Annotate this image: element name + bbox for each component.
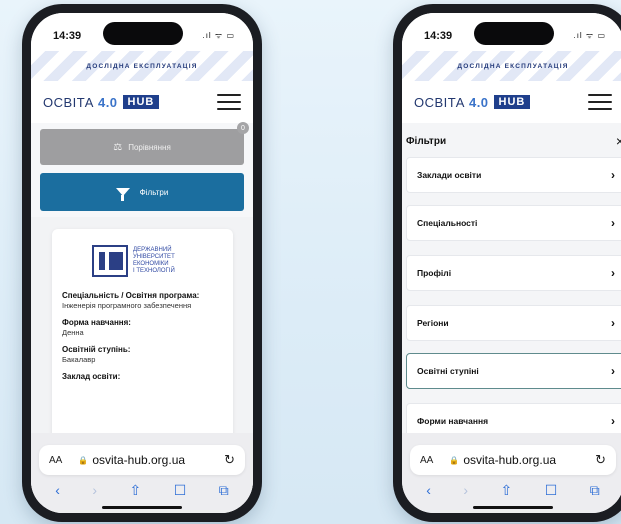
phone-right: 14:39 .ıl ᯤ ▭ ДОСЛІДНА ЕКСПЛУАТАЦІЯ ОСВІ…: [393, 4, 621, 522]
uni-line-3: ЕКОНОМІКИ: [133, 261, 169, 267]
university-mark-icon: [92, 245, 128, 277]
uni-line-2: УНІВЕРСИТЕТ: [133, 254, 175, 260]
status-time: 14:39: [53, 30, 82, 42]
filter-option-label: Форми навчання: [417, 416, 489, 426]
tabs-icon[interactable]: ⧉: [219, 482, 229, 499]
filter-option-specialties[interactable]: Спеціальності ›: [406, 205, 621, 241]
field-value-degree: Бакалавр: [62, 355, 96, 364]
filter-option-label: Освітні ступіні: [417, 366, 479, 376]
status-time-right: 14:39: [424, 30, 453, 42]
filters-panel-title: Фільтри: [406, 135, 447, 147]
logo-hub-right: HUB: [493, 95, 531, 109]
trial-banner: ДОСЛІДНА ЕКСПЛУАТАЦІЯ: [31, 51, 253, 81]
reload-icon[interactable]: ↻: [224, 452, 235, 468]
screen-right: 14:39 .ıl ᯤ ▭ ДОСЛІДНА ЕКСПЛУАТАЦІЯ ОСВІ…: [402, 13, 621, 513]
chevron-right-icon: ›: [611, 266, 615, 280]
dynamic-island: [103, 22, 183, 45]
filters-button[interactable]: Фільтри: [40, 173, 244, 211]
field-value-program: Інженерія програмного забезпечення: [62, 301, 192, 310]
close-icon[interactable]: ×: [616, 133, 621, 149]
tabs-icon-right[interactable]: ⧉: [590, 482, 600, 499]
lock-icon-right: 🔒: [449, 455, 460, 465]
bookmarks-icon[interactable]: ☐: [174, 482, 187, 499]
reload-icon-right[interactable]: ↻: [595, 452, 606, 468]
compare-label: Порівняння: [128, 142, 171, 152]
filter-option-label: Регіони: [417, 318, 449, 328]
site-header-right: ОСВІТА 4.0 HUB: [402, 81, 621, 123]
filters-label: Фільтри: [139, 187, 169, 197]
filter-option-profiles[interactable]: Профілі ›: [406, 255, 621, 291]
bookmarks-icon-right[interactable]: ☐: [545, 482, 558, 499]
forward-icon-right[interactable]: ›: [463, 482, 468, 498]
logo-num: 4.0: [97, 94, 118, 110]
logo-num-right: 4.0: [468, 94, 489, 110]
reader-aa-button-right[interactable]: AA: [420, 455, 433, 466]
university-name: ДЕРЖАВНИЙ УНІВЕРСИТЕТ ЕКОНОМІКИ І ТЕХНОЛ…: [133, 247, 175, 275]
menu-icon-right[interactable]: [588, 94, 612, 110]
trial-banner-right: ДОСЛІДНА ЕКСПЛУАТАЦІЯ: [402, 51, 621, 81]
dynamic-island-right: [474, 22, 554, 45]
filter-option-regions[interactable]: Регіони ›: [406, 305, 621, 341]
field-label-form: Форма навчання:: [62, 318, 131, 327]
chevron-right-icon: ›: [611, 364, 615, 378]
reader-aa-button[interactable]: AA: [49, 455, 62, 466]
trial-banner-text: ДОСЛІДНА ЕКСПЛУАТАЦІЯ: [86, 62, 198, 70]
field-label-program: Спеціальність / Освітня програма:: [62, 291, 200, 300]
status-bar-right: 14:39 .ıl ᯤ ▭: [402, 13, 621, 51]
filters-panel-header: Фільтри ×: [402, 131, 621, 151]
university-logo: ДЕРЖАВНИЙ УНІВЕРСИТЕТ ЕКОНОМІКИ І ТЕХНОЛ…: [92, 245, 223, 277]
status-icons-right: .ıl ᯤ ▭: [573, 31, 606, 40]
chevron-right-icon: ›: [611, 414, 615, 428]
logo-hub: HUB: [122, 95, 160, 109]
browser-toolbar: ‹ › ⇧ ☐ ⧉: [31, 479, 253, 501]
chevron-right-icon: ›: [611, 216, 615, 230]
menu-icon[interactable]: [217, 94, 241, 110]
filter-option-institutions[interactable]: Заклади освіти ›: [406, 157, 621, 193]
chevron-right-icon: ›: [611, 316, 615, 330]
filter-option-degrees[interactable]: Освітні ступіні ›: [406, 353, 621, 389]
share-icon-right[interactable]: ⇧: [501, 482, 513, 499]
site-logo-right[interactable]: ОСВІТА 4.0 HUB: [414, 94, 531, 110]
compare-count-badge: 0: [237, 122, 249, 134]
filters-panel: Фільтри × Заклади освіти › Спеціальності…: [402, 123, 621, 439]
scales-icon: ⚖: [113, 141, 123, 153]
uni-line-1: ДЕРЖАВНИЙ: [133, 247, 172, 253]
filter-option-label: Спеціальності: [417, 218, 478, 228]
back-icon-right[interactable]: ‹: [426, 482, 431, 498]
address-bar-right[interactable]: AA 🔒 osvita-hub.org.ua ↻: [410, 445, 616, 475]
url-text-right: osvita-hub.org.ua: [463, 453, 557, 467]
filter-option-label: Профілі: [417, 268, 452, 278]
funnel-icon: [115, 188, 130, 201]
uni-line-4: І ТЕХНОЛОГІЙ: [133, 268, 175, 274]
field-value-form: Денна: [62, 328, 84, 337]
browser-toolbar-right: ‹ › ⇧ ☐ ⧉: [402, 479, 621, 501]
trial-banner-text-right: ДОСЛІДНА ЕКСПЛУАТАЦІЯ: [457, 62, 569, 70]
field-label-institution: Заклад освіти:: [62, 372, 121, 381]
compare-button[interactable]: ⚖ Порівняння: [40, 129, 244, 165]
forward-icon[interactable]: ›: [92, 482, 97, 498]
site-header: ОСВІТА 4.0 HUB: [31, 81, 253, 123]
program-card[interactable]: ДЕРЖАВНИЙ УНІВЕРСИТЕТ ЕКОНОМІКИ І ТЕХНОЛ…: [52, 229, 233, 459]
chevron-right-icon: ›: [611, 168, 615, 182]
phone-left: 14:39 .ıl ᯤ ▭ ДОСЛІДНА ЕКСПЛУАТАЦІЯ ОСВІ…: [22, 4, 262, 522]
logo-word-right: ОСВІТА: [414, 94, 465, 110]
site-logo[interactable]: ОСВІТА 4.0 HUB: [43, 94, 160, 110]
lock-icon: 🔒: [78, 455, 89, 465]
home-indicator: [102, 506, 182, 509]
address-bar[interactable]: AA 🔒 osvita-hub.org.ua ↻: [39, 445, 245, 475]
share-icon[interactable]: ⇧: [130, 482, 142, 499]
field-label-degree: Освітній ступінь:: [62, 345, 131, 354]
status-icons: .ıl ᯤ ▭: [202, 31, 235, 40]
logo-word: ОСВІТА: [43, 94, 94, 110]
screen-left: 14:39 .ıl ᯤ ▭ ДОСЛІДНА ЕКСПЛУАТАЦІЯ ОСВІ…: [31, 13, 253, 513]
filter-option-label: Заклади освіти: [417, 170, 482, 180]
back-icon[interactable]: ‹: [55, 482, 60, 498]
url-text: osvita-hub.org.ua: [92, 453, 186, 467]
home-indicator-right: [473, 506, 553, 509]
status-bar: 14:39 .ıl ᯤ ▭: [31, 13, 253, 51]
